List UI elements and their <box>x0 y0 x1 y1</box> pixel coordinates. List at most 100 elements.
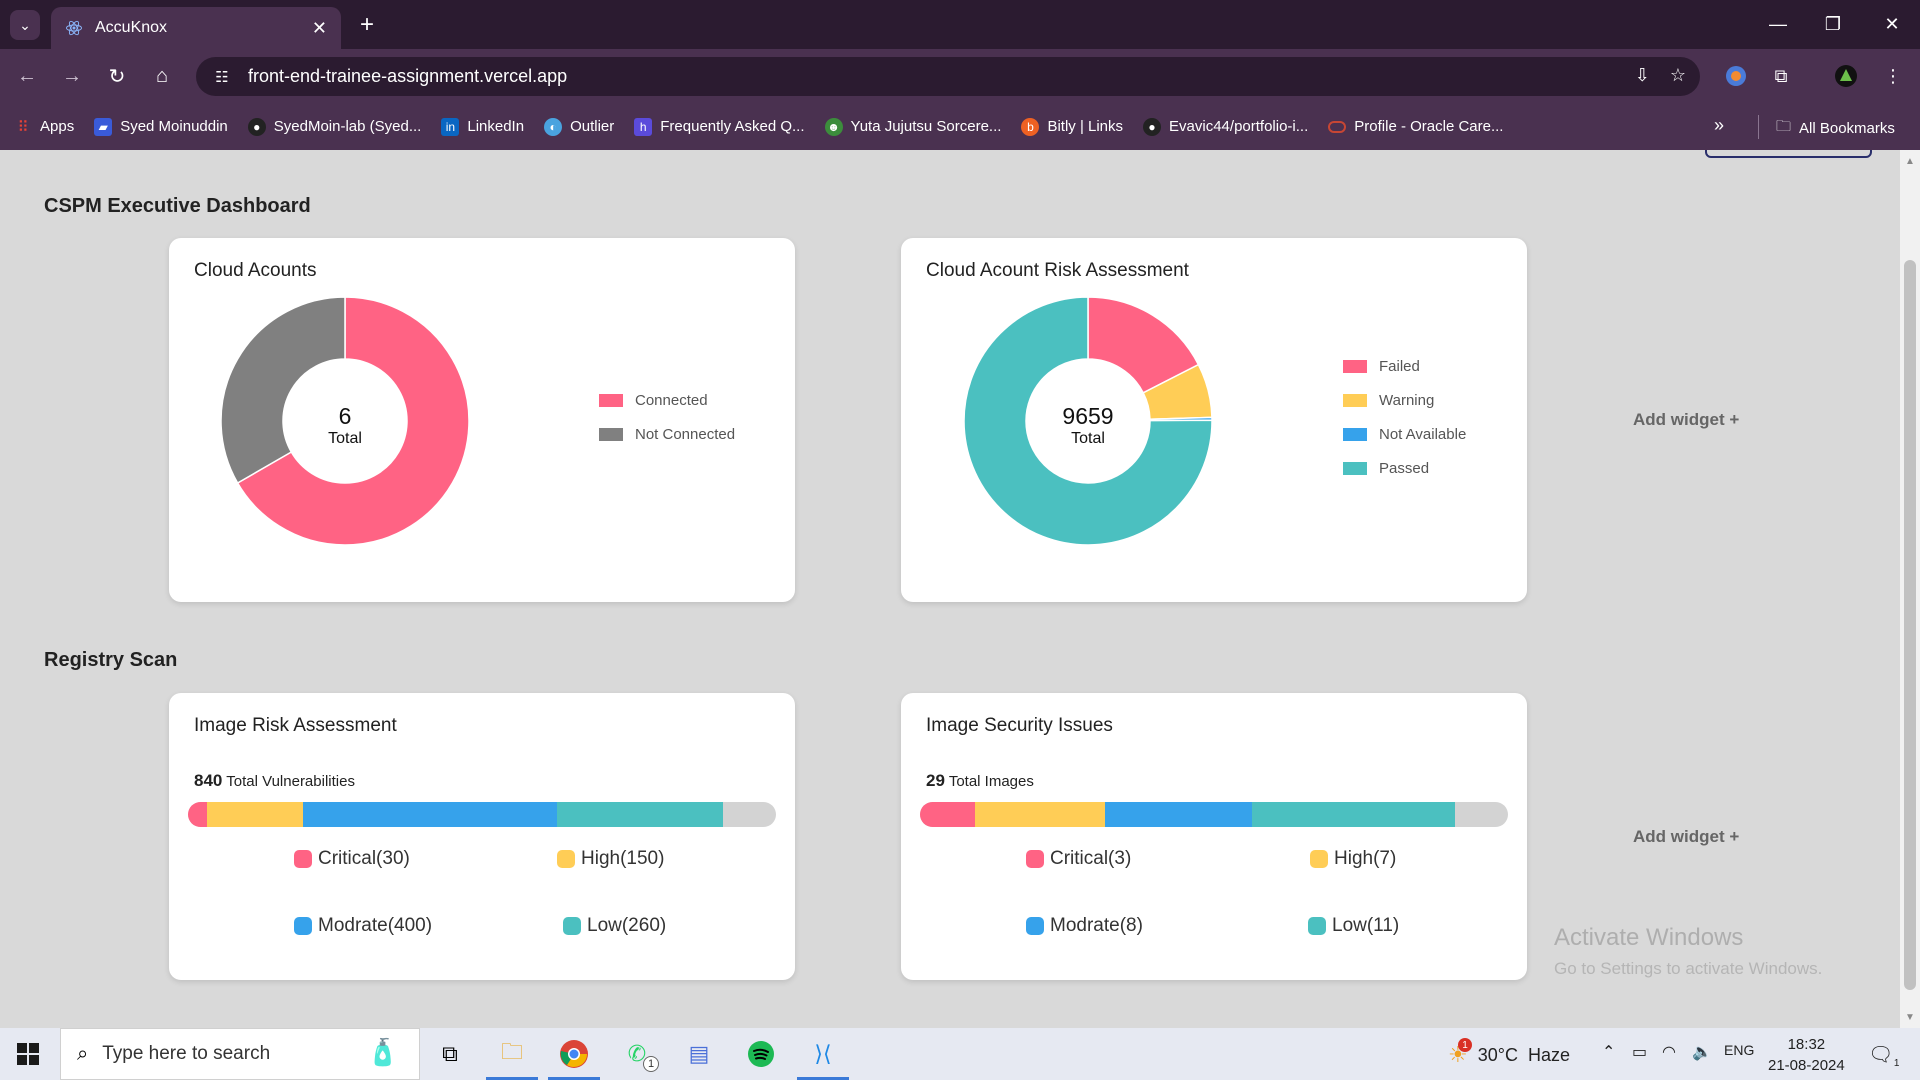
legend-item[interactable]: Not Available <box>1343 417 1466 451</box>
legend-dot <box>1310 850 1328 868</box>
battery-icon[interactable]: ▭ <box>1632 1042 1647 1062</box>
extensions-puzzle-icon[interactable]: ⧉ <box>1766 61 1796 91</box>
legend-dot <box>563 917 581 935</box>
add-widget-button[interactable]: Add widget + <box>1633 410 1739 430</box>
taskbar-clock[interactable]: 18:32 21-08-2024 <box>1768 1034 1845 1076</box>
bar-segment-modrate[interactable] <box>302 802 558 827</box>
scroll-down-icon[interactable]: ▼ <box>1905 1012 1915 1023</box>
legend-item[interactable]: Low(11) <box>1308 915 1399 937</box>
widget-title: Image Risk Assessment <box>194 715 397 736</box>
bar-segment-critical[interactable] <box>188 802 208 827</box>
legend-item[interactable]: Connected <box>599 383 735 417</box>
bookmark-syedmoin-lab[interactable]: ● SyedMoin-lab (Syed... <box>247 117 421 136</box>
legend-item[interactable]: Passed <box>1343 451 1466 485</box>
legend-item[interactable]: Critical(30) <box>294 848 410 870</box>
legend-item[interactable]: Warning <box>1343 383 1466 417</box>
wifi-icon[interactable]: ◠ <box>1662 1042 1676 1062</box>
header-action-button[interactable] <box>1705 150 1872 158</box>
volume-icon[interactable]: 🔈 <box>1692 1042 1712 1062</box>
chart-legend: Failed Warning Not Available Passed <box>1343 349 1466 485</box>
oracle-icon <box>1328 120 1347 133</box>
legend-dot <box>294 850 312 868</box>
bar-segment-low[interactable] <box>557 802 724 827</box>
bookmark-star-icon[interactable]: ☆ <box>1670 65 1686 86</box>
legend-item[interactable]: Modrate(8) <box>1026 915 1143 937</box>
install-app-icon[interactable]: ⇩ <box>1635 65 1650 86</box>
weather-widget[interactable]: ☀ 1 30°C Haze <box>1448 1038 1570 1068</box>
browser-menu-icon[interactable]: ⋮ <box>1878 61 1908 91</box>
reload-icon[interactable]: ↻ <box>102 61 132 91</box>
bookmark-apps[interactable]: ⠿ Apps <box>14 118 75 136</box>
scrollbar-thumb[interactable] <box>1904 260 1916 990</box>
home-icon[interactable]: ⌂ <box>147 61 177 91</box>
total-value: 6 <box>338 403 352 429</box>
tab-search-icon[interactable]: ⌄ <box>10 10 40 40</box>
notifications-icon[interactable]: 🗨 1 <box>1868 1042 1899 1069</box>
bar-segment-modrate[interactable] <box>1104 802 1253 827</box>
bar-segment-high[interactable] <box>975 802 1105 827</box>
bookmark-outlier[interactable]: ◐ Outlier <box>544 117 614 136</box>
bookmark-bitly[interactable]: b Bitly | Links <box>1021 117 1123 136</box>
legend-item[interactable]: Modrate(400) <box>294 915 432 937</box>
minimize-icon[interactable]: — <box>1758 8 1798 40</box>
scroll-up-icon[interactable]: ▲ <box>1905 156 1915 167</box>
bar-segment-critical[interactable] <box>920 802 976 827</box>
bar-segment-low[interactable] <box>1252 802 1456 827</box>
legend-item[interactable]: Not Connected <box>599 417 735 451</box>
back-icon[interactable]: ← <box>12 61 42 91</box>
bookmark-yuta[interactable]: ☻ Yuta Jujutsu Sorcere... <box>824 117 1001 136</box>
bookmark-faq[interactable]: h Frequently Asked Q... <box>634 117 805 136</box>
forward-icon[interactable]: → <box>57 61 87 91</box>
anime-icon: ☻ <box>824 117 843 136</box>
language-indicator[interactable]: ENG <box>1724 1042 1754 1058</box>
extension-shield-icon[interactable] <box>1721 61 1751 91</box>
tab-close-icon[interactable]: ✕ <box>312 18 327 39</box>
page-scrollbar[interactable]: ▲ ▼ <box>1900 150 1920 1028</box>
bookmark-syed-moinuddin[interactable]: ▰ Syed Moinuddin <box>94 117 228 136</box>
legend-dot <box>1026 917 1044 935</box>
legend-item[interactable]: Failed <box>1343 349 1466 383</box>
restore-icon[interactable]: ❐ <box>1813 8 1853 40</box>
legend-item[interactable]: Low(260) <box>563 915 666 937</box>
browser-toolbar: ← → ↻ ⌂ ☷ front-end-trainee-assignment.v… <box>0 49 1920 103</box>
legend-item[interactable]: High(150) <box>557 848 664 870</box>
more-bookmarks-icon[interactable]: » <box>1714 115 1724 136</box>
all-bookmarks-button[interactable]: 🗀 All Bookmarks <box>1776 116 1895 141</box>
weather-badge: 1 <box>1458 1038 1472 1052</box>
browser-tab[interactable]: AccuKnox ✕ <box>51 7 341 49</box>
new-tab-icon[interactable]: + <box>352 10 382 40</box>
bookmark-oracle[interactable]: Profile - Oracle Care... <box>1328 118 1503 135</box>
site-info-icon[interactable]: ☷ <box>210 65 234 89</box>
app-window-icon[interactable]: ▤ <box>681 1036 717 1072</box>
task-view-icon[interactable]: ⧉ <box>432 1036 468 1072</box>
chrome-icon[interactable] <box>548 1036 600 1080</box>
clock-date: 21-08-2024 <box>1768 1057 1845 1074</box>
bookmark-linkedin[interactable]: in LinkedIn <box>441 117 524 136</box>
legend-dot <box>1308 917 1326 935</box>
file-explorer-icon[interactable]: 🗀 <box>486 1036 538 1080</box>
bar-segment-high[interactable] <box>207 802 303 827</box>
legend-swatch <box>599 427 623 441</box>
donut-slice-not-connected[interactable] <box>220 296 346 485</box>
donut-center-label: 9659 Total <box>1028 403 1148 448</box>
weather-text: 30°C Haze <box>1477 1044 1570 1065</box>
windows-start-icon[interactable] <box>16 1042 40 1066</box>
vscode-icon[interactable]: ⟩⟨ <box>797 1036 849 1080</box>
legend-item[interactable]: Critical(3) <box>1026 848 1131 870</box>
profile-avatar-icon[interactable] <box>1831 61 1861 91</box>
address-bar[interactable]: ☷ front-end-trainee-assignment.vercel.ap… <box>196 57 1700 96</box>
add-widget-button[interactable]: Add widget + <box>1633 827 1739 847</box>
browser-tab-bar: ⌄ AccuKnox ✕ + — ❐ ✕ <box>0 0 1920 49</box>
taskbar-search-box[interactable]: ⌕ Type here to search 🧴 <box>60 1028 420 1080</box>
window-close-icon[interactable]: ✕ <box>1872 8 1912 40</box>
legend-item[interactable]: High(7) <box>1310 848 1396 870</box>
url-text[interactable]: front-end-trainee-assignment.vercel.app <box>248 66 567 87</box>
show-hidden-icons[interactable]: ⌃ <box>1602 1042 1615 1062</box>
widget-image-security-issues: Image Security Issues 29 Total Images Cr… <box>901 693 1527 980</box>
vulnerability-summary: 840 Total Vulnerabilities <box>194 771 355 791</box>
whatsapp-badge: 1 <box>643 1056 659 1072</box>
bookmark-evavic44[interactable]: ● Evavic44/portfolio-i... <box>1143 117 1308 136</box>
bookmark-icon: ▰ <box>94 117 113 136</box>
spotify-icon[interactable] <box>743 1036 779 1072</box>
whatsapp-icon[interactable]: ✆ 1 <box>619 1036 659 1072</box>
